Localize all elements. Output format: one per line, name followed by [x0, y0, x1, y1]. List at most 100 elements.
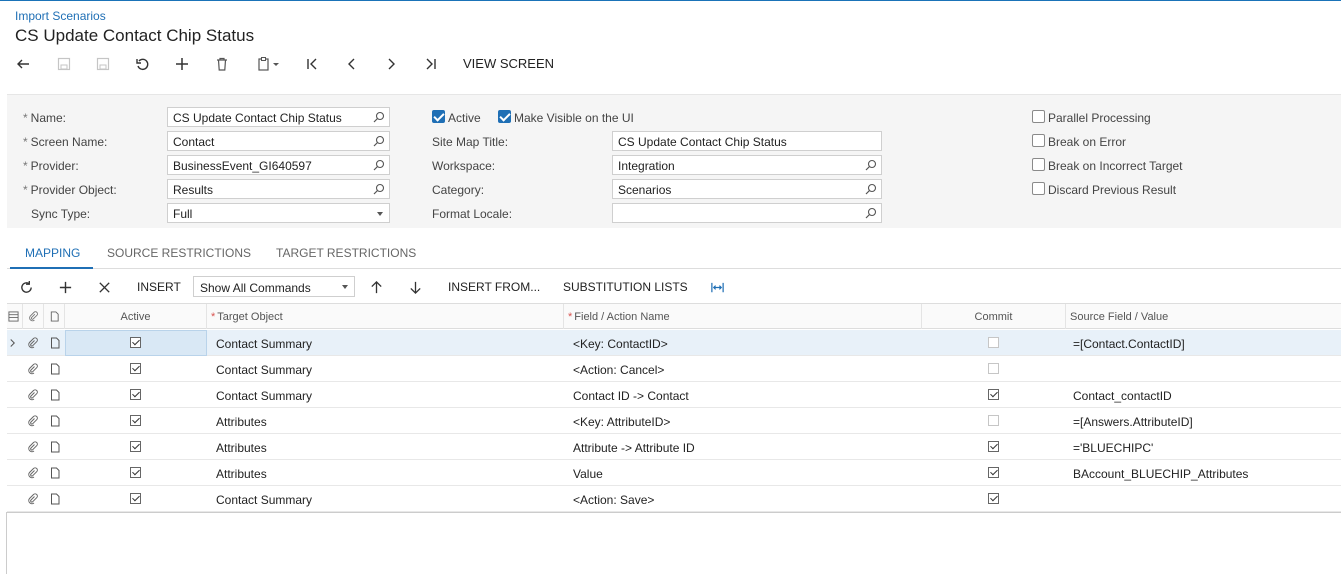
row-field-action[interactable]: <Key: AttributeID> — [573, 408, 670, 434]
table-row[interactable]: Contact Summary <Key: ContactID> =[Contact… — [7, 330, 1341, 356]
search-icon[interactable] — [373, 159, 385, 171]
move-down-icon[interactable] — [404, 276, 426, 298]
row-active-checkbox[interactable] — [130, 389, 141, 400]
search-icon[interactable] — [373, 183, 385, 195]
chevron-down-icon[interactable] — [377, 212, 383, 216]
row-target-object[interactable]: Contact Summary — [216, 486, 312, 512]
save-icon[interactable] — [91, 52, 115, 76]
row-active-checkbox[interactable] — [130, 493, 141, 504]
command-filter-select[interactable]: Show All Commands — [193, 276, 355, 297]
format-locale-field[interactable] — [612, 203, 882, 223]
row-active-checkbox[interactable] — [130, 337, 141, 348]
next-record-icon[interactable] — [379, 52, 403, 76]
tab-target-restrictions[interactable]: TARGET RESTRICTIONS — [276, 246, 416, 260]
breadcrumb[interactable]: Import Scenarios — [15, 9, 106, 23]
note-icon[interactable] — [49, 415, 61, 427]
row-field-action[interactable]: <Action: Save> — [573, 486, 654, 512]
substitution-lists-button[interactable]: SUBSTITUTION LISTS — [563, 280, 688, 294]
paperclip-icon[interactable] — [27, 441, 39, 453]
paperclip-icon[interactable] — [27, 467, 39, 479]
note-icon[interactable] — [49, 337, 61, 349]
row-commit-checkbox[interactable] — [988, 415, 999, 426]
row-source-field[interactable]: =[Answers.AttributeID] — [1073, 408, 1193, 434]
row-field-action[interactable]: Attribute -> Attribute ID — [573, 434, 695, 460]
row-field-action[interactable]: Contact ID -> Contact — [573, 382, 689, 408]
header-target-object[interactable]: * Target Object — [207, 304, 564, 329]
fit-columns-icon[interactable] — [706, 276, 728, 298]
note-icon[interactable] — [49, 493, 61, 505]
row-field-action[interactable]: <Key: ContactID> — [573, 330, 668, 356]
first-record-icon[interactable] — [300, 52, 324, 76]
row-target-object[interactable]: Contact Summary — [216, 330, 312, 356]
row-active-checkbox[interactable] — [130, 467, 141, 478]
back-icon[interactable] — [11, 52, 35, 76]
refresh-icon[interactable] — [15, 276, 37, 298]
tab-mapping[interactable]: MAPPING — [25, 246, 80, 260]
break-on-incorrect-target-checkbox[interactable] — [1032, 158, 1045, 171]
delete-row-icon[interactable] — [93, 276, 115, 298]
row-source-field[interactable]: BAccount_BLUECHIP_Attributes — [1073, 460, 1248, 486]
sync-type-select[interactable]: Full — [167, 203, 390, 223]
row-target-object[interactable]: Contact Summary — [216, 356, 312, 382]
workspace-field[interactable]: Integration — [612, 155, 882, 175]
row-target-object[interactable]: Attributes — [216, 460, 267, 486]
add-icon[interactable] — [170, 52, 194, 76]
screen-name-field[interactable]: Contact — [167, 131, 390, 151]
table-row[interactable]: Attributes Value BAccount_BLUECHIP_Attribu… — [7, 460, 1341, 486]
delete-icon[interactable] — [210, 52, 234, 76]
header-source-field[interactable]: Source Field / Value — [1066, 304, 1341, 329]
row-commit-checkbox[interactable] — [988, 389, 999, 400]
provider-field[interactable]: BusinessEvent_GI640597 — [167, 155, 390, 175]
add-row-icon[interactable] — [54, 276, 76, 298]
row-commit-checkbox[interactable] — [988, 363, 999, 374]
search-icon[interactable] — [865, 159, 877, 171]
row-commit-checkbox[interactable] — [988, 467, 999, 478]
row-active-checkbox[interactable] — [130, 441, 141, 452]
note-icon[interactable] — [49, 441, 61, 453]
paperclip-icon[interactable] — [27, 415, 39, 427]
row-target-object[interactable]: Attributes — [216, 408, 267, 434]
table-row[interactable]: Contact Summary <Action: Cancel> — [7, 356, 1341, 382]
row-target-object[interactable]: Contact Summary — [216, 382, 312, 408]
save-close-icon[interactable] — [52, 52, 76, 76]
table-row[interactable]: Contact Summary <Action: Save> — [7, 486, 1341, 512]
row-commit-checkbox[interactable] — [988, 441, 999, 452]
note-icon[interactable] — [49, 467, 61, 479]
row-commit-checkbox[interactable] — [988, 493, 999, 504]
chevron-down-icon[interactable] — [342, 285, 348, 289]
table-row[interactable]: Attributes <Key: AttributeID> =[Answers.At… — [7, 408, 1341, 434]
paperclip-icon[interactable] — [27, 363, 39, 375]
row-active-checkbox[interactable] — [130, 415, 141, 426]
table-row[interactable]: Contact Summary Contact ID -> Contact Cont… — [7, 382, 1341, 408]
header-commit[interactable]: Commit — [922, 304, 1066, 329]
note-icon[interactable] — [49, 363, 61, 375]
provider-object-field[interactable]: Results — [167, 179, 390, 199]
last-record-icon[interactable] — [419, 52, 443, 76]
move-up-icon[interactable] — [365, 276, 387, 298]
grid-settings-icon[interactable] — [8, 311, 19, 322]
row-commit-checkbox[interactable] — [988, 337, 999, 348]
tab-source-restrictions[interactable]: SOURCE RESTRICTIONS — [107, 246, 251, 260]
previous-record-icon[interactable] — [340, 52, 364, 76]
row-field-action[interactable]: <Action: Cancel> — [573, 356, 664, 382]
category-field[interactable]: Scenarios — [612, 179, 882, 199]
undo-icon[interactable] — [131, 52, 155, 76]
row-active-checkbox[interactable] — [130, 363, 141, 374]
row-source-field[interactable]: Contact_contactID — [1073, 382, 1172, 408]
discard-previous-result-checkbox[interactable] — [1032, 182, 1045, 195]
row-source-field[interactable]: =[Contact.ContactID] — [1073, 330, 1185, 356]
row-field-action[interactable]: Value — [573, 460, 603, 486]
insert-from-button[interactable]: INSERT FROM... — [448, 280, 540, 294]
clipboard-icon[interactable] — [250, 52, 286, 76]
header-row-select[interactable] — [7, 304, 23, 329]
make-visible-checkbox[interactable] — [498, 110, 511, 123]
row-source-field[interactable]: ='BLUECHIPC' — [1073, 434, 1153, 460]
header-field-action[interactable]: * Field / Action Name — [564, 304, 922, 329]
search-icon[interactable] — [865, 207, 877, 219]
header-active[interactable]: Active — [65, 304, 207, 329]
insert-button[interactable]: INSERT — [137, 280, 181, 294]
note-icon[interactable] — [49, 389, 61, 401]
break-on-error-checkbox[interactable] — [1032, 134, 1045, 147]
search-icon[interactable] — [373, 135, 385, 147]
active-checkbox[interactable] — [432, 110, 445, 123]
